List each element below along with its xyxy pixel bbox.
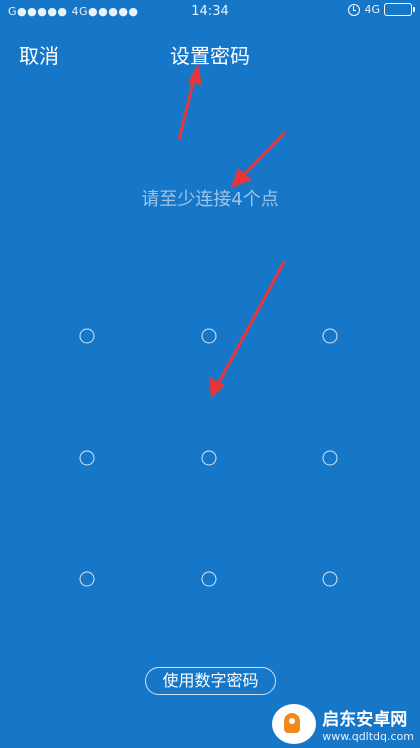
pattern-dot[interactable] bbox=[201, 571, 217, 587]
pattern-dot[interactable] bbox=[322, 450, 338, 466]
pattern-dot[interactable] bbox=[201, 450, 217, 466]
watermark-url: www.qdltdq.com bbox=[322, 730, 414, 743]
watermark-title: 启东安卓网 bbox=[322, 710, 408, 730]
pattern-dot[interactable] bbox=[201, 328, 217, 344]
pattern-dot[interactable] bbox=[79, 328, 95, 344]
watermark-logo bbox=[272, 704, 317, 744]
pattern-dot[interactable] bbox=[322, 571, 338, 587]
pattern-lock-grid[interactable] bbox=[0, 0, 420, 748]
pattern-dot[interactable] bbox=[79, 450, 95, 466]
pattern-dot[interactable] bbox=[79, 571, 95, 587]
site-watermark: 启东安卓网 www.qdltdq.com bbox=[272, 704, 414, 744]
use-numeric-password-button[interactable]: 使用数字密码 bbox=[145, 667, 276, 695]
pattern-dot[interactable] bbox=[322, 328, 338, 344]
